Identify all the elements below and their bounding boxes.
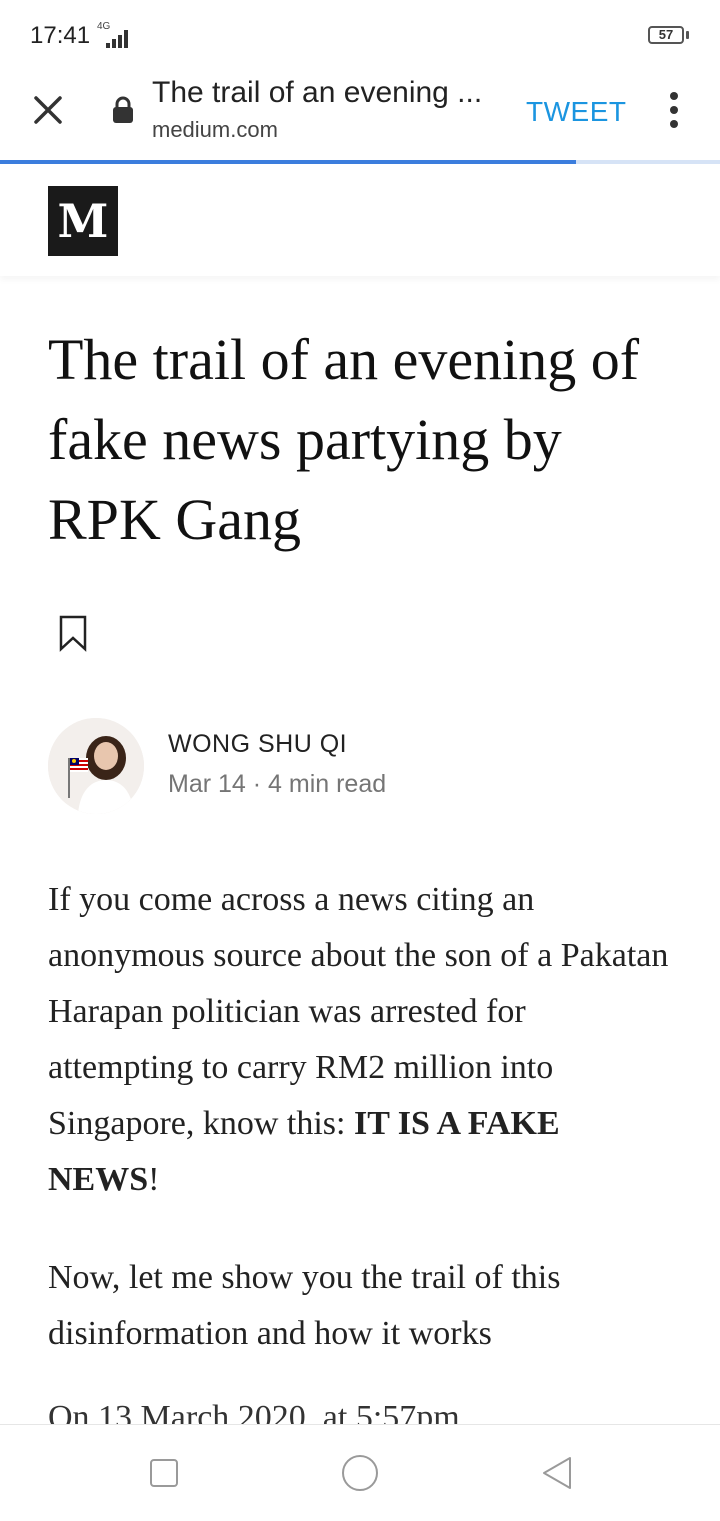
circle-icon[interactable] [342,1455,378,1491]
medium-logo[interactable]: M [48,186,118,256]
square-icon[interactable] [150,1459,178,1487]
system-nav-bar [0,1424,720,1521]
browser-toolbar: The trail of an evening ... medium.com T… [0,70,720,162]
paragraph-text: If you come across a news citing an anon… [48,881,669,1142]
more-vert-icon[interactable] [662,90,686,130]
bookmark-icon[interactable] [58,614,88,652]
triangle-back-icon[interactable] [540,1455,574,1491]
paragraph: Now, let me show you the trail of this d… [48,1259,561,1352]
battery-tip [686,31,689,39]
author-name[interactable]: WONG SHU QI [168,730,347,759]
avatar[interactable] [48,718,144,814]
status-bar: 17:41 4G 57 [0,0,720,70]
site-header: M [0,164,720,276]
paragraph-end: ! [148,1161,160,1198]
clock: 17:41 [30,22,91,49]
url-domain: medium.com [152,117,278,142]
page-title: The trail of an evening ... [152,76,483,109]
article-title: The trail of an evening of fake news par… [48,327,640,552]
post-meta: Mar 14 · 4 min read [168,770,387,798]
battery-icon: 57 [648,26,684,44]
tweet-button[interactable]: TWEET [526,96,627,128]
lock-icon[interactable] [110,95,136,125]
battery-level: 57 [658,27,674,42]
signal-icon: 4G [92,21,132,48]
close-icon[interactable] [26,88,70,132]
paragraph: If you come across a news citing an anon… [48,872,678,1208]
